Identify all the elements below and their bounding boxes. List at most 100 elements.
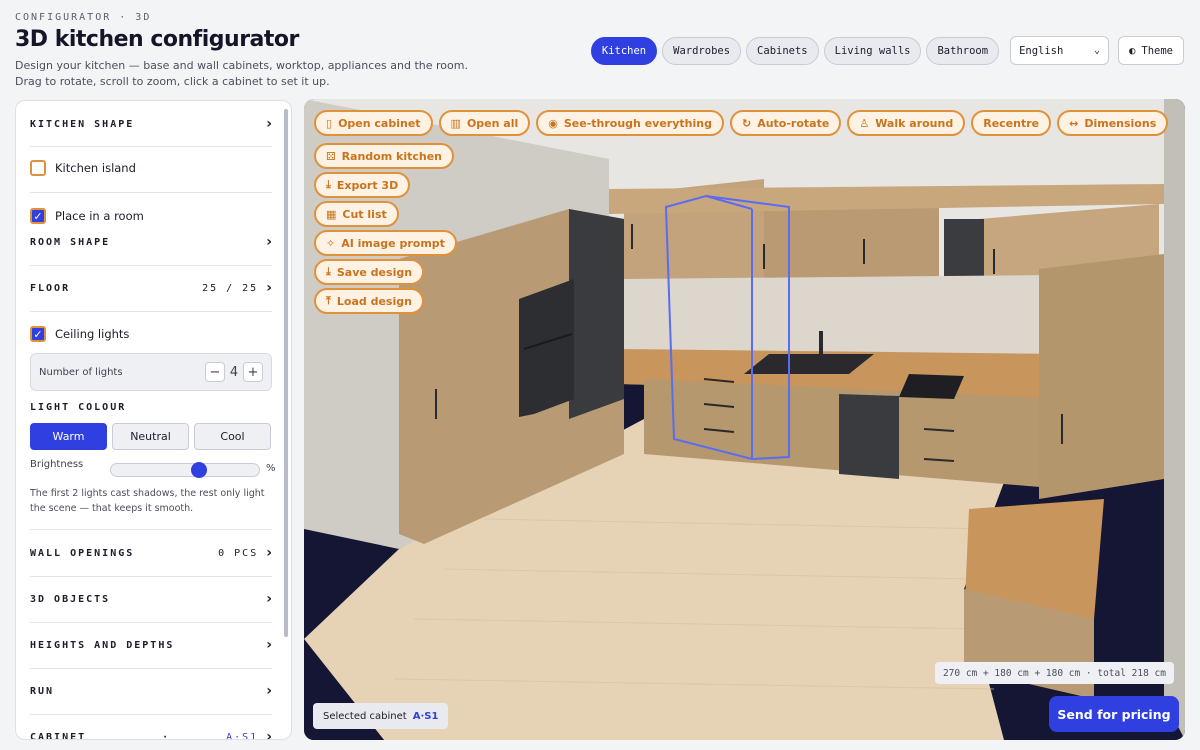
walk-icon: ♙ xyxy=(859,116,870,130)
3d-viewport[interactable]: ▯ Open cabinet ▥ Open all ◉ See-through … xyxy=(304,99,1185,740)
tool-label: Open all xyxy=(466,116,519,130)
save-icon: ⤓ xyxy=(326,265,331,278)
divider xyxy=(30,146,272,147)
section-run[interactable]: RUN › xyxy=(30,668,272,714)
section-label: 3D OBJECTS xyxy=(30,593,111,605)
brightness-slider[interactable] xyxy=(110,462,260,478)
eye-icon: ◉ xyxy=(548,116,558,130)
open-cabinet-button[interactable]: ▯ Open cabinet xyxy=(314,110,433,136)
tab-bathroom[interactable]: Bathroom xyxy=(926,36,1000,65)
walk-around-button[interactable]: ♙ Walk around xyxy=(847,110,966,136)
page-description: Design your kitchen — base and wall cabi… xyxy=(15,59,468,88)
brightness-row: Brightness % xyxy=(30,459,276,478)
section-kitchen-shape[interactable]: KITCHEN SHAPE › xyxy=(30,101,272,147)
download-icon: ⤓ xyxy=(326,178,331,191)
cut-list-button[interactable]: ▦ Cut list xyxy=(314,201,399,227)
brightness-unit: % xyxy=(266,463,276,474)
tool-label: Save design xyxy=(336,265,413,279)
open-all-button[interactable]: ▥ Open all xyxy=(438,110,531,136)
cabinet-separator: · xyxy=(162,731,171,740)
dice-icon: ⚄ xyxy=(326,149,336,163)
auto-rotate-button[interactable]: ↻ Auto-rotate xyxy=(729,110,842,136)
decrement-button[interactable]: − xyxy=(205,362,225,382)
section-wall-openings[interactable]: WALL OPENINGS 0 PCS › xyxy=(30,530,272,576)
light-colour-label: LIGHT COLOUR xyxy=(30,402,127,413)
section-label: WALL OPENINGS xyxy=(30,547,135,559)
tool-label: AI image prompt xyxy=(341,236,445,250)
page-title: 3D kitchen configurator xyxy=(15,27,299,52)
section-heights-depths[interactable]: HEIGHTS AND DEPTHS › xyxy=(30,622,272,668)
tab-kitchen[interactable]: Kitchen xyxy=(590,36,658,65)
recentre-button[interactable]: Recentre xyxy=(971,110,1052,136)
tab-living-walls[interactable]: Living walls xyxy=(823,36,922,65)
chevron-right-icon: › xyxy=(266,116,272,132)
save-design-button[interactable]: ⤓ Save design xyxy=(314,259,425,285)
chevron-right-icon: › xyxy=(266,545,272,561)
section-label: KITCHEN SHAPE xyxy=(30,118,135,130)
wall-openings-count: 0 PCS xyxy=(218,547,259,559)
check-icon: ✓ xyxy=(33,327,43,341)
language-select[interactable]: English ⌄ xyxy=(1010,36,1110,65)
columns-icon: ▥ xyxy=(450,116,461,130)
ai-image-prompt-button[interactable]: ✧ AI image prompt xyxy=(314,230,457,256)
light-colour-warm[interactable]: Warm xyxy=(30,423,107,450)
tool-label: Walk around xyxy=(875,116,954,130)
section-cabinet[interactable]: CABINET · A·S1 › xyxy=(30,714,272,740)
tool-label: Random kitchen xyxy=(341,149,442,163)
right-wall-cabinets xyxy=(1039,254,1164,499)
kitchen-island-checkbox[interactable] xyxy=(30,160,46,176)
export-3d-button[interactable]: ⤓ Export 3D xyxy=(314,172,411,198)
random-kitchen-button[interactable]: ⚄ Random kitchen xyxy=(314,143,454,169)
see-through-button[interactable]: ◉ See-through everything xyxy=(536,110,724,136)
tool-label: Recentre xyxy=(983,116,1040,130)
light-colour-cool[interactable]: Cool xyxy=(194,423,271,450)
floor-value: 25 / 25 xyxy=(202,282,259,294)
chevron-right-icon: › xyxy=(266,591,272,607)
kitchen-island-toggle[interactable]: Kitchen island xyxy=(30,160,136,176)
tab-cabinets[interactable]: Cabinets xyxy=(746,36,819,65)
tool-label: Load design xyxy=(336,294,412,308)
tab-wardrobes[interactable]: Wardrobes xyxy=(662,36,742,65)
tool-label: Open cabinet xyxy=(338,116,421,130)
tall-dark-unit xyxy=(569,209,624,419)
top-nav: Kitchen Wardrobes Cabinets Living walls … xyxy=(590,36,1184,65)
ruler-icon: ↔ xyxy=(1069,116,1079,130)
tool-label: Export 3D xyxy=(336,178,399,192)
number-of-lights-label: Number of lights xyxy=(39,366,123,378)
selected-code: A·S1 xyxy=(412,710,439,722)
increment-button[interactable]: + xyxy=(243,362,263,382)
slider-handle[interactable] xyxy=(191,462,207,478)
ceiling-lights-checkbox[interactable]: ✓ xyxy=(30,326,46,342)
section-3d-objects[interactable]: 3D OBJECTS › xyxy=(30,576,272,622)
theme-label: Theme xyxy=(1141,44,1173,57)
divider xyxy=(30,192,272,193)
sparkle-icon: ✧ xyxy=(326,236,336,250)
selected-label: Selected cabinet xyxy=(323,710,407,722)
chevron-right-icon: › xyxy=(266,280,272,296)
tool-label: Cut list xyxy=(342,207,387,221)
settings-sidebar: KITCHEN SHAPE › Kitchen island ✓ Place i… xyxy=(15,100,292,740)
dimensions-readout: 270 cm + 180 cm + 180 cm · total 218 cm xyxy=(934,662,1174,684)
brightness-label: Brightness xyxy=(30,459,84,470)
language-value: English xyxy=(1019,44,1064,57)
rotate-icon: ↻ xyxy=(741,116,752,130)
number-of-lights-row: Number of lights − 4 + xyxy=(30,353,272,391)
chevron-down-icon: ⌄ xyxy=(1094,45,1101,56)
table-icon: ▦ xyxy=(326,207,337,221)
send-for-pricing-button[interactable]: Send for pricing xyxy=(1049,696,1179,732)
section-room-shape[interactable]: ROOM SHAPE › xyxy=(30,219,272,265)
cabinet-icon: ▯ xyxy=(326,116,333,130)
cabinet-code: A·S1 xyxy=(226,731,259,740)
section-label: RUN xyxy=(30,685,55,697)
load-design-button[interactable]: ⤒ Load design xyxy=(314,288,424,314)
section-label: CABINET xyxy=(30,731,87,740)
lights-note: The first 2 lights cast shadows, the res… xyxy=(30,488,265,514)
theme-button[interactable]: ◐ Theme xyxy=(1118,36,1184,65)
section-floor[interactable]: FLOOR 25 / 25 › xyxy=(30,265,272,311)
sidebar-scrollbar[interactable] xyxy=(284,109,288,637)
light-colour-options: Warm Neutral Cool xyxy=(30,423,271,450)
ceiling-lights-toggle[interactable]: ✓ Ceiling lights xyxy=(30,326,129,342)
section-label: HEIGHTS AND DEPTHS xyxy=(30,639,175,651)
light-colour-neutral[interactable]: Neutral xyxy=(112,423,189,450)
dimensions-button[interactable]: ↔ Dimensions xyxy=(1057,110,1169,136)
